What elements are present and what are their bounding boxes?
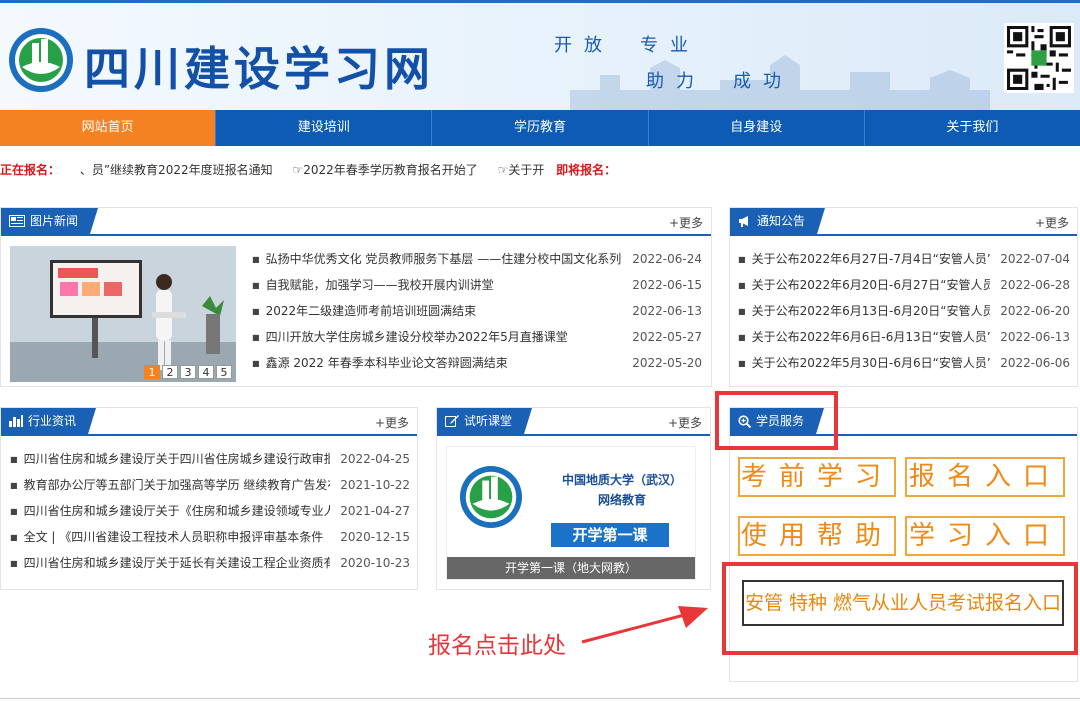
list-item[interactable]: 四川省住房和城乡建设厅关于延长有关建设工程企业资质有效2020-10-23 bbox=[10, 550, 410, 576]
industry-list: 四川省住房和城乡建设厅关于四川省住房城乡建设行政审批平2022-04-25 教育… bbox=[10, 446, 410, 576]
course-caption: 开学第一课（地大网教） bbox=[447, 557, 695, 579]
bar-chart-icon bbox=[9, 415, 23, 427]
qr-code-icon bbox=[1004, 23, 1074, 93]
news-photo[interactable]: 1 2 3 4 5 bbox=[10, 246, 236, 382]
nav-about-us[interactable]: 关于我们 bbox=[865, 110, 1080, 146]
nav-home[interactable]: 网站首页 bbox=[0, 110, 217, 146]
registration-entry-button[interactable]: 报名入口 bbox=[905, 457, 1065, 497]
annotation-label: 报名点击此处 bbox=[428, 633, 566, 659]
list-item[interactable]: 自我赋能，加强学习——我校开展内训讲堂2022-06-15 bbox=[252, 272, 702, 298]
course-thumbnail[interactable]: 中国地质大学（武汉） 网络教育 开学第一课 开学第一课（地大网教） bbox=[446, 446, 696, 580]
course-school-sub: 网络教育 bbox=[597, 493, 646, 507]
pre-exam-study-button[interactable]: 考前学习 bbox=[738, 457, 896, 497]
list-item[interactable]: 关于公布2022年6月6日-6月13日“安管人员”2022-06-13 bbox=[738, 324, 1070, 350]
pager-page[interactable]: 4 bbox=[198, 365, 214, 379]
tab-underline bbox=[437, 434, 710, 436]
slogan-success: 成功 bbox=[733, 71, 793, 92]
trial-class-tab: 试听课堂 bbox=[437, 408, 533, 434]
trial-more-link[interactable]: +更多 bbox=[668, 414, 702, 431]
list-item[interactable]: 四川开放大学住房城乡建设分校举办2022年5月直播课堂2022-05-27 bbox=[252, 324, 702, 350]
notice-list: 关于公布2022年6月27日-7月4日“安管人员”2022-07-04 关于公布… bbox=[738, 246, 1070, 376]
newspaper-icon bbox=[9, 215, 25, 227]
pager-page[interactable]: 5 bbox=[216, 365, 232, 379]
ticker-now-label: 正在报名： bbox=[0, 163, 61, 177]
site-logo-icon[interactable] bbox=[8, 27, 74, 93]
edit-icon bbox=[445, 415, 459, 427]
study-entry-button[interactable]: 学习入口 bbox=[905, 516, 1065, 556]
ticker-item[interactable]: ☞关于开 bbox=[498, 163, 545, 177]
slogan-help: 助力 bbox=[646, 71, 706, 92]
notice-title: 通知公告 bbox=[757, 214, 806, 228]
pager-page[interactable]: 1 bbox=[144, 365, 160, 379]
trial-class-title: 试听课堂 bbox=[464, 414, 513, 428]
industry-more-link[interactable]: +更多 bbox=[375, 414, 409, 431]
nav-academic-education[interactable]: 学历教育 bbox=[432, 110, 649, 146]
highlight-box-service-tab bbox=[715, 391, 838, 450]
nav-construction-training[interactable]: 建设培训 bbox=[216, 110, 433, 146]
course-school-name: 中国地质大学（武汉） bbox=[561, 473, 682, 487]
slogan-professional: 专业 bbox=[640, 35, 700, 56]
photo-news-list: 弘扬中华优秀文化 党员教师服务下基层 ——住建分校中国文化系列讲2022-06-… bbox=[252, 246, 702, 376]
pager-page[interactable]: 3 bbox=[180, 365, 196, 379]
photo-news-title: 图片新闻 bbox=[30, 214, 79, 228]
list-item[interactable]: 四川省住房和城乡建设厅关于四川省住房城乡建设行政审批平2022-04-25 bbox=[10, 446, 410, 472]
nav-self-development[interactable]: 自身建设 bbox=[649, 110, 865, 146]
school-logo-icon bbox=[459, 465, 523, 529]
industry-title: 行业资讯 bbox=[28, 414, 77, 428]
tab-underline bbox=[730, 234, 1077, 236]
industry-tab: 行业资讯 bbox=[1, 408, 97, 434]
enrollment-ticker: 正在报名： 、员”继续教育2022年度班报名通知 ☞2022年春季学历教育报名开… bbox=[0, 161, 720, 179]
course-badge: 开学第一课 bbox=[551, 523, 669, 547]
list-item[interactable]: 关于公布2022年6月27日-7月4日“安管人员”2022-07-04 bbox=[738, 246, 1070, 272]
tab-underline bbox=[1, 434, 417, 436]
highlight-box-exam-entry bbox=[722, 562, 1078, 655]
site-title: 四川建设学习网 bbox=[84, 42, 434, 96]
list-item[interactable]: 2022年二级建造师考前培训班圆满结束2022-06-13 bbox=[252, 298, 702, 324]
list-item[interactable]: 全文 | 《四川省建设工程技术人员职称申报评审基本条件（试2020-12-15 bbox=[10, 524, 410, 550]
news-photo-image bbox=[10, 246, 236, 382]
ticker-soon-label: 即将报名： bbox=[556, 163, 617, 177]
list-item[interactable]: 教育部办公厅等五部门关于加强高等学历 继续教育广告发布2021-10-22 bbox=[10, 472, 410, 498]
list-item[interactable]: 弘扬中华优秀文化 党员教师服务下基层 ——住建分校中国文化系列讲2022-06-… bbox=[252, 246, 702, 272]
site-header: 四川建设学习网 开放 专业 助力 成功 bbox=[0, 0, 1080, 110]
notice-tab: 通知公告 bbox=[730, 208, 826, 234]
help-button[interactable]: 使用帮助 bbox=[738, 516, 896, 556]
list-item[interactable]: 关于公布2022年5月30日-6月6日“安管人员”2022-06-06 bbox=[738, 350, 1070, 376]
photo-pager: 1 2 3 4 5 bbox=[144, 365, 232, 379]
photo-news-tab: 图片新闻 bbox=[1, 208, 99, 234]
pager-page[interactable]: 2 bbox=[162, 365, 178, 379]
list-item[interactable]: 关于公布2022年6月13日-6月20日“安管人员”2022-06-20 bbox=[738, 298, 1070, 324]
tab-underline bbox=[1, 234, 711, 236]
ticker-item[interactable]: 、员”继续教育2022年度班报名通知 bbox=[80, 163, 273, 177]
ticker-item[interactable]: ☞2022年春季学历教育报名开始了 bbox=[292, 163, 477, 177]
annotation-arrow-icon bbox=[581, 606, 708, 644]
list-item[interactable]: 鑫源 2022 年春季本科毕业论文答辩圆满结束2022-05-20 bbox=[252, 350, 702, 376]
main-nav: 网站首页 建设培训 学历教育 自身建设 关于我们 bbox=[0, 110, 1080, 146]
photo-news-more-link[interactable]: +更多 bbox=[669, 214, 703, 231]
page-bottom-divider bbox=[0, 698, 1080, 699]
megaphone-icon bbox=[739, 216, 748, 227]
notice-more-link[interactable]: +更多 bbox=[1035, 214, 1069, 231]
list-item[interactable]: 四川省住房和城乡建设厅关于《住房和城乡建设领域专业人员2021-04-27 bbox=[10, 498, 410, 524]
list-item[interactable]: 关于公布2022年6月20日-6月27日“安管人员”2022-06-28 bbox=[738, 272, 1070, 298]
slogan-open: 开放 bbox=[554, 35, 614, 56]
